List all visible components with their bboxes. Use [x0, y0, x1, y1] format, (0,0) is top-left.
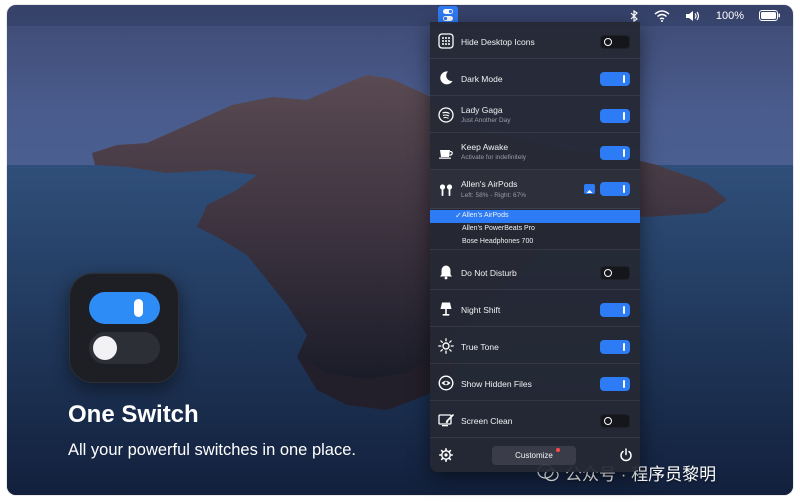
- audio-device-list: ✓ Allen's AirPods Allen's PowerBeats Pro…: [430, 209, 640, 250]
- toggle-switch[interactable]: [600, 414, 630, 428]
- toggle-switch[interactable]: [600, 303, 630, 317]
- switch-row-do-not-disturb[interactable]: Do Not Disturb: [430, 253, 640, 290]
- hero-title: One Switch: [68, 401, 199, 428]
- one-switch-app-icon: [69, 273, 179, 383]
- sun-icon: [438, 338, 454, 354]
- row-label: Night Shift: [461, 305, 501, 315]
- expand-devices-button[interactable]: [584, 184, 595, 194]
- row-sublabel: Left: 58% - Right: 67%: [461, 192, 527, 199]
- row-label: Hide Desktop Icons: [461, 37, 535, 47]
- battery-icon[interactable]: [759, 10, 781, 21]
- status-items: 100%: [630, 5, 781, 26]
- device-item[interactable]: Allen's PowerBeats Pro: [430, 223, 640, 236]
- row-sublabel: Activate for indefinitely: [461, 154, 527, 161]
- coffee-icon: [439, 150, 453, 159]
- toggle-switch[interactable]: [600, 182, 630, 196]
- toggle-switch[interactable]: [600, 146, 630, 160]
- notification-dot: [556, 448, 560, 452]
- toggle-switch[interactable]: [600, 266, 630, 280]
- switch-row-keep-awake[interactable]: Keep Awake Activate for indefinitely: [430, 133, 640, 170]
- gear-icon[interactable]: [439, 448, 453, 462]
- switch-row-night-shift[interactable]: Night Shift: [430, 290, 640, 327]
- switch-row-show-hidden-files[interactable]: Show Hidden Files: [430, 364, 640, 401]
- hero-subtitle: All your powerful switches in one place.: [68, 441, 356, 459]
- row-label: Dark Mode: [461, 74, 503, 84]
- row-label: Lady Gaga: [461, 105, 503, 115]
- checkmark-icon: ✓: [455, 211, 462, 220]
- moon-icon: [440, 71, 453, 85]
- airpods-icon: [439, 184, 453, 196]
- toggle-switch[interactable]: [600, 72, 630, 86]
- customize-button[interactable]: Customize: [492, 446, 576, 465]
- music-icon: [438, 107, 454, 123]
- bluetooth-icon[interactable]: [630, 9, 639, 22]
- power-icon[interactable]: [619, 448, 633, 462]
- device-name: Bose Headphones 700: [462, 238, 534, 245]
- wifi-icon[interactable]: [654, 9, 670, 22]
- battery-percent: 100%: [715, 9, 744, 22]
- device-item[interactable]: Bose Headphones 700: [430, 236, 640, 249]
- toggle-switch[interactable]: [600, 109, 630, 123]
- volume-icon[interactable]: [685, 10, 701, 22]
- desktop: 100% One Switch All your powerful switch…: [7, 5, 793, 495]
- row-label: Show Hidden Files: [461, 379, 532, 389]
- one-switch-panel: Hide Desktop Icons Dark Mode Lady Gaga J…: [430, 22, 640, 472]
- bell-icon: [440, 265, 452, 280]
- switch-row-hide-desktop-icons[interactable]: Hide Desktop Icons: [430, 22, 640, 59]
- grid-icon: [438, 33, 454, 49]
- panel-footer: Customize: [430, 434, 640, 472]
- customize-label: Customize: [515, 451, 553, 460]
- device-name: Allen's AirPods: [462, 212, 509, 219]
- lamp-icon: [440, 302, 452, 316]
- toggle-switch[interactable]: [600, 377, 630, 391]
- toggle-switch[interactable]: [600, 340, 630, 354]
- row-label: True Tone: [461, 342, 499, 352]
- switch-row-screen-clean[interactable]: Screen Clean: [430, 401, 640, 438]
- row-label: Keep Awake: [461, 142, 509, 152]
- row-label: Do Not Disturb: [461, 268, 517, 278]
- toggle-switch[interactable]: [600, 35, 630, 49]
- device-item-selected[interactable]: ✓ Allen's AirPods: [430, 210, 640, 223]
- screen-clean-icon: [438, 414, 454, 427]
- switch-row-now-playing[interactable]: Lady Gaga Just Another Day: [430, 96, 640, 133]
- switch-row-airpods[interactable]: Allen's AirPods Left: 58% - Right: 67%: [430, 170, 640, 209]
- device-name: Allen's PowerBeats Pro: [462, 225, 535, 232]
- row-label: Allen's AirPods: [461, 179, 518, 189]
- switch-row-true-tone[interactable]: True Tone: [430, 327, 640, 364]
- menu-bar: 100%: [7, 5, 793, 26]
- row-label: Screen Clean: [461, 416, 513, 426]
- switch-row-dark-mode[interactable]: Dark Mode: [430, 59, 640, 96]
- row-sublabel: Just Another Day: [461, 117, 511, 124]
- eye-icon: [438, 375, 454, 391]
